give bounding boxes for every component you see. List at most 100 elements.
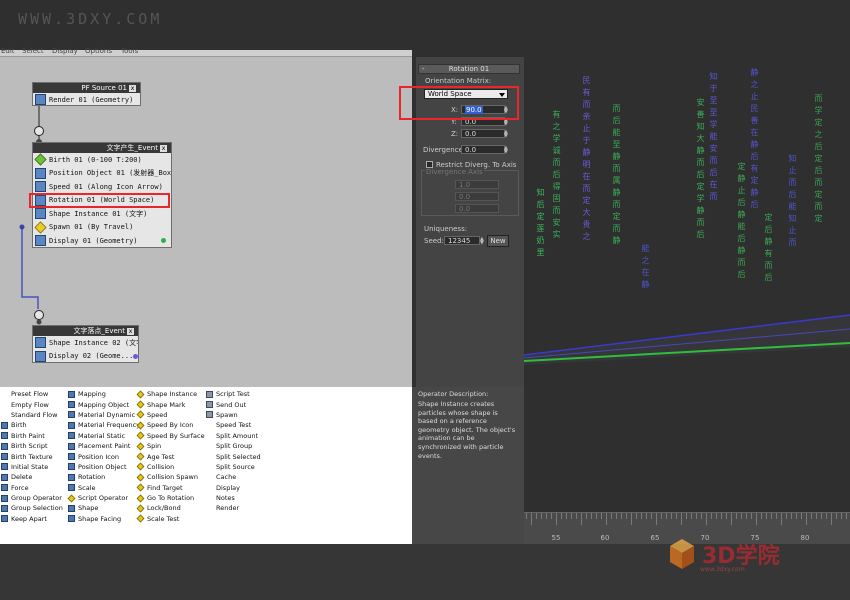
depot-item[interactable]: Split Group [206, 441, 261, 451]
operator-row-speed[interactable]: Speed 01 (Along Icon Arrow) [33, 180, 171, 194]
depot-item[interactable]: Scale [68, 483, 140, 493]
depot-item[interactable]: Collision [136, 462, 205, 472]
depot-item[interactable]: Split Source [206, 462, 261, 472]
spinner-arrows-icon[interactable]: ▲ ▼ [504, 130, 508, 139]
event-node-2[interactable]: 文字落点_Event x Shape Instance 02 (文字) Displ… [32, 325, 139, 363]
spinner-arrows-icon[interactable]: ▲ ▼ [504, 146, 508, 155]
depot-item[interactable]: Spawn [206, 410, 261, 420]
depot-item[interactable]: Empty Flow [1, 399, 63, 409]
spinner-arrows-icon[interactable]: ▲ ▼ [504, 118, 508, 127]
menu-select[interactable]: Select [22, 47, 44, 55]
depot-item[interactable]: Script Test [206, 389, 261, 399]
depot-item[interactable]: Material Static [68, 431, 140, 441]
perspective-viewport[interactable]: 知后定莲奶里有之学诚而后得固而安实民有而亲止于静明在而定大贵之而后能至静而属静而… [524, 57, 850, 512]
depot-item[interactable]: Speed By Icon [136, 420, 205, 430]
depot-item[interactable]: Notes [206, 493, 261, 503]
depot-item[interactable]: Rotation [68, 472, 140, 482]
z-field[interactable]: 0.0 [461, 129, 505, 138]
operator-row-spawn[interactable]: Spawn 01 (By Travel) [33, 221, 171, 235]
depot-item[interactable]: Split Amount [206, 431, 261, 441]
rollout-title-bar[interactable]: - Rotation 01 [418, 64, 520, 74]
depot-item[interactable]: Find Target [136, 483, 205, 493]
seed-field[interactable]: 12345 [444, 236, 480, 245]
close-icon[interactable]: x [127, 327, 134, 335]
divergence-field[interactable]: 0.0 [461, 145, 505, 154]
depot-item[interactable]: Speed By Surface [136, 431, 205, 441]
depot-item[interactable]: Scale Test [136, 514, 205, 524]
depot-item[interactable]: Initial State [1, 462, 63, 472]
axis-z-field[interactable]: 0.0 [455, 204, 499, 213]
depot-item[interactable]: Shape Mark [136, 399, 205, 409]
text-particle: 有 [552, 110, 561, 119]
depot-item[interactable]: Group Selection [1, 503, 63, 513]
depot-item[interactable]: Birth Texture [1, 451, 63, 461]
event-2-header[interactable]: 文字落点_Event x [33, 326, 138, 336]
operator-row-birth[interactable]: Birth 01 (0-100 T:200) [33, 153, 171, 167]
depot-item[interactable]: Cache [206, 472, 261, 482]
depot-item[interactable]: Shape Instance [136, 389, 205, 399]
depot-item[interactable]: Birth Script [1, 441, 63, 451]
orientation-matrix-dropdown[interactable]: World Space [424, 89, 508, 99]
operator-row-shape-instance-2[interactable]: Shape Instance 02 (文字) [33, 336, 138, 350]
depot-item[interactable]: Birth [1, 420, 63, 430]
depot-item[interactable]: Speed Test [206, 420, 261, 430]
depot-item[interactable]: Shape Facing [68, 514, 140, 524]
depot-item[interactable]: Spin [136, 441, 205, 451]
depot-item[interactable]: Shape [68, 503, 140, 513]
timeline-tick [751, 513, 752, 519]
depot-item[interactable]: Speed [136, 410, 205, 420]
close-icon[interactable]: x [129, 84, 136, 92]
depot-item-label: Group Operator [11, 494, 62, 503]
spinner-arrows-icon[interactable]: ▲ ▼ [504, 106, 508, 115]
depot-item[interactable]: Position Icon [68, 451, 140, 461]
depot-item[interactable]: Standard Flow [1, 410, 63, 420]
restrict-divergence-checkbox[interactable] [426, 161, 433, 168]
new-seed-button[interactable]: New [487, 235, 509, 247]
depot-item[interactable]: Force [1, 483, 63, 493]
operator-row-display-2[interactable]: Display 02 (Geome... [33, 350, 138, 364]
depot-item[interactable]: Delete [1, 472, 63, 482]
text-particle: 后 [709, 168, 718, 177]
axis-x-field[interactable]: 1.0 [455, 180, 499, 189]
x-field[interactable]: 90.0 [461, 105, 505, 114]
depot-item[interactable]: Placement Paint [68, 441, 140, 451]
menu-edit[interactable]: Edit [1, 47, 15, 55]
menu-options[interactable]: Options [85, 47, 112, 55]
depot-item[interactable]: Age Test [136, 451, 205, 461]
operator-row[interactable]: Render 01 (Geometry) [33, 93, 140, 107]
depot-item[interactable]: Collision Spawn [136, 472, 205, 482]
depot-item[interactable]: Mapping [68, 389, 140, 399]
depot-item[interactable]: Display [206, 483, 261, 493]
event-1-header[interactable]: 文字产生_Event x [33, 143, 171, 153]
depot-item[interactable]: Group Operator [1, 493, 63, 503]
depot-item[interactable]: Mapping Object [68, 399, 140, 409]
pf-source-node[interactable]: PF Source 01 x Render 01 (Geometry) [32, 82, 141, 106]
depot-item[interactable]: Material Frequency [68, 420, 140, 430]
menu-tools[interactable]: Tools [121, 47, 138, 55]
depot-item[interactable]: Position Object [68, 462, 140, 472]
axis-y-field[interactable]: 0.0 [455, 192, 499, 201]
depot-item[interactable]: Go To Rotation [136, 493, 205, 503]
operator-row-display[interactable]: Display 01 (Geometry) [33, 234, 171, 248]
operator-row-rotation[interactable]: Rotation 01 (World Space) [33, 194, 171, 208]
menu-display[interactable]: Display [52, 47, 78, 55]
depot-item[interactable]: Birth Paint [1, 431, 63, 441]
particle-view-canvas[interactable]: PF Source 01 x Render 01 (Geometry) 文字产生_… [0, 57, 412, 387]
spinner-arrows-icon[interactable]: ▲ ▼ [480, 237, 484, 246]
depot-item[interactable]: Split Selected [206, 451, 261, 461]
depot-item[interactable]: Send Out [206, 399, 261, 409]
depot-item[interactable]: Keep Apart [1, 514, 63, 524]
depot-item[interactable]: Preset Flow [1, 389, 63, 399]
depot-item[interactable]: Render [206, 503, 261, 513]
depot-item[interactable]: Material Dynamic [68, 410, 140, 420]
event-node-1[interactable]: 文字产生_Event x Birth 01 (0-100 T:200) Posit… [32, 142, 172, 248]
pf-source-header[interactable]: PF Source 01 x [33, 83, 140, 93]
watermark: WWW.3DXY.COM [18, 10, 163, 28]
close-icon[interactable]: x [160, 144, 167, 152]
y-field[interactable]: 0.0 [461, 117, 505, 126]
depot-item[interactable]: Script Operator [67, 493, 140, 503]
depot-item[interactable]: Lock/Bond [136, 503, 205, 513]
operator-row-shape-instance[interactable]: Shape Instance 01 (文字) [33, 207, 171, 221]
operator-row-position[interactable]: Position Object 01 (发射器_Box) [33, 167, 171, 181]
text-particle: 定 [814, 214, 823, 223]
